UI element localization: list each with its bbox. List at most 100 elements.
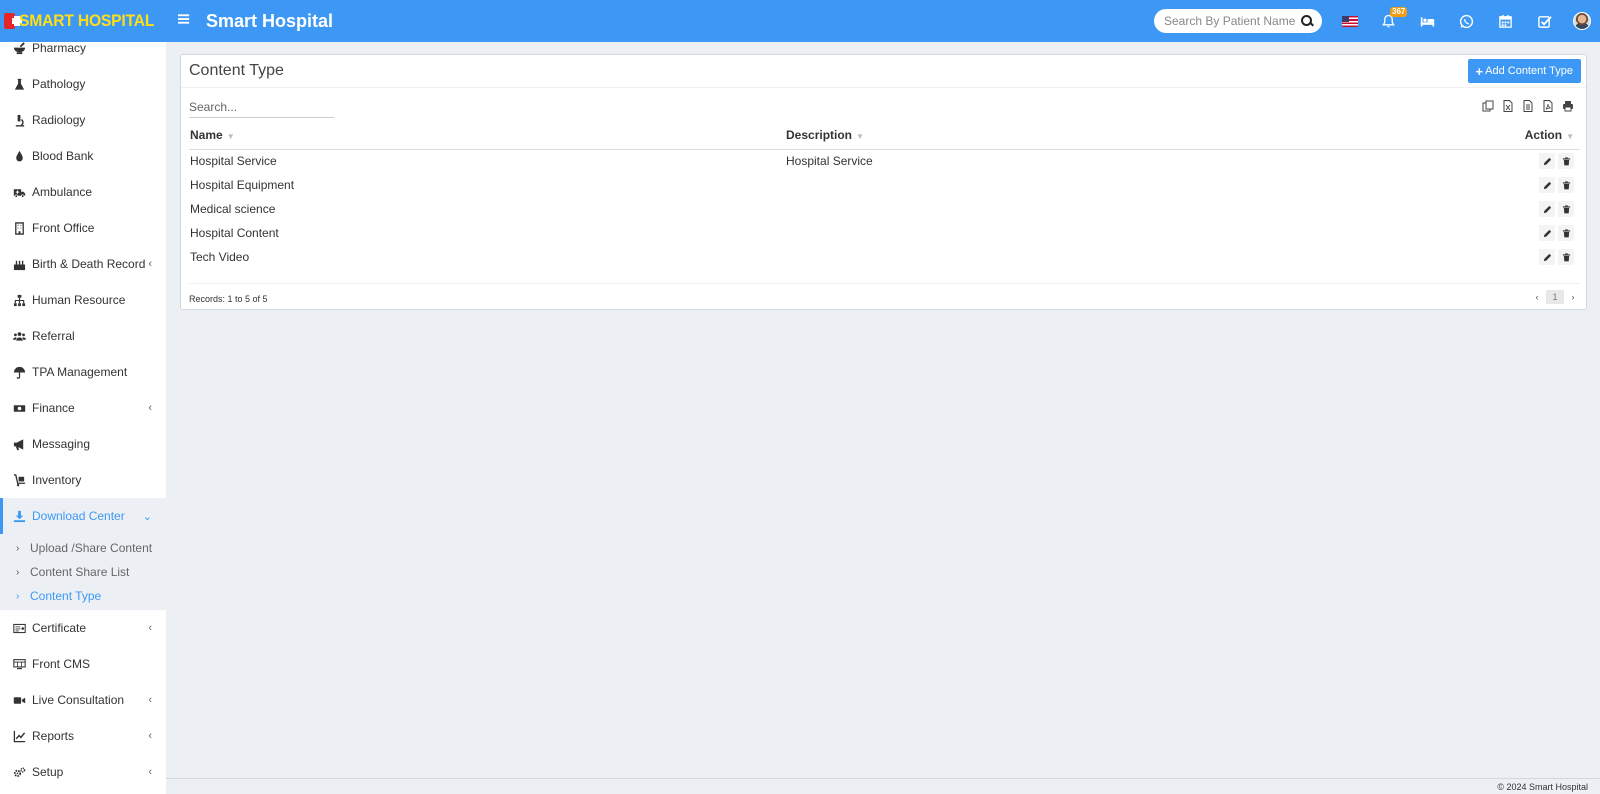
certificate-icon <box>12 621 26 635</box>
add-button-label: Add Content Type <box>1485 65 1573 77</box>
column-header-action[interactable]: Action ▼ <box>1271 122 1580 150</box>
excel-export-button[interactable] <box>1498 98 1518 114</box>
cell-description <box>785 221 1271 245</box>
patient-search-input[interactable] <box>1164 14 1300 28</box>
copy-button[interactable] <box>1478 98 1498 114</box>
avatar <box>1573 12 1591 30</box>
dolly-icon <box>12 473 26 487</box>
language-selector[interactable] <box>1330 0 1369 42</box>
column-label: Description <box>786 128 853 143</box>
submenu-item-content-type[interactable]: › Content Type <box>0 584 166 608</box>
sidebar-item-pharmacy[interactable]: Pharmacy <box>0 42 166 66</box>
sidebar-item-human-resource[interactable]: Human Resource <box>0 282 166 318</box>
column-label: Action <box>1524 128 1563 143</box>
cell-description: Hospital Service <box>786 154 873 169</box>
whatsapp-button[interactable] <box>1447 0 1486 42</box>
sidebar-item-finance[interactable]: Finance ‹ <box>0 390 166 426</box>
print-button[interactable] <box>1558 98 1578 114</box>
hamburger-icon <box>178 14 190 24</box>
tasks-button[interactable] <box>1525 0 1564 42</box>
sidebar-item-certificate[interactable]: Certificate ‹ <box>0 610 166 646</box>
sidebar-item-tpa-management[interactable]: TPA Management <box>0 354 166 390</box>
table-search-input[interactable] <box>189 97 334 118</box>
delete-button[interactable] <box>1558 153 1574 170</box>
sidebar-item-reports[interactable]: Reports ‹ <box>0 718 166 754</box>
panel-header: Content Type + Add Content Type <box>181 55 1586 88</box>
bullhorn-icon <box>12 437 26 451</box>
sidebar-item-label: Pathology <box>32 77 86 91</box>
table-header-row: Name ▼ Description ▼ Action ▼ <box>189 122 1580 150</box>
sidebar-item-live-consultation[interactable]: Live Consultation ‹ <box>0 682 166 718</box>
sort-icon: ▼ <box>856 132 864 142</box>
csv-export-button[interactable] <box>1518 98 1538 114</box>
logo-text: SMART HOSPITAL <box>18 11 155 30</box>
sidebar-item-label: Certificate <box>32 621 87 635</box>
edit-button[interactable] <box>1539 153 1555 170</box>
sidebar-item-front-cms[interactable]: Front CMS <box>0 646 166 682</box>
bed-status-button[interactable] <box>1408 0 1447 42</box>
column-header-description[interactable]: Description ▼ <box>785 122 1272 150</box>
column-header-name[interactable]: Name ▼ <box>189 122 785 150</box>
sidebar: Pharmacy Pathology Radiology Blood Bank … <box>0 42 166 794</box>
trash-icon <box>1562 228 1570 237</box>
sitemap-icon <box>12 293 26 307</box>
table-row: Medical science <box>189 197 1580 221</box>
notifications-button[interactable]: 367 <box>1369 0 1408 42</box>
sidebar-item-ambulance[interactable]: Ambulance <box>0 174 166 210</box>
trash-icon <box>1562 157 1570 166</box>
submenu-item-upload-share-content[interactable]: › Upload /Share Content <box>0 536 166 560</box>
delete-button[interactable] <box>1558 225 1574 241</box>
sidebar-item-inventory[interactable]: Inventory <box>0 462 166 498</box>
table-row: Hospital Content <box>189 221 1580 245</box>
content-type-panel: Content Type + Add Content Type Search..… <box>180 54 1587 310</box>
sidebar-item-label: Referral <box>32 329 75 343</box>
next-page-button[interactable]: › <box>1566 292 1580 302</box>
table-toolbar <box>181 88 1586 122</box>
sidebar-item-birth-death-record[interactable]: Birth & Death Record ‹ <box>0 246 166 282</box>
sidebar-item-radiology[interactable]: Radiology <box>0 102 166 138</box>
calendar-button[interactable] <box>1486 0 1525 42</box>
sidebar-item-front-office[interactable]: Front Office <box>0 210 166 246</box>
delete-button[interactable] <box>1558 177 1574 193</box>
line-chart-icon <box>12 729 26 743</box>
edit-button[interactable] <box>1539 177 1555 193</box>
mortar-pestle-icon <box>12 42 26 55</box>
sidebar-item-messaging[interactable]: Messaging <box>0 426 166 462</box>
edit-button[interactable] <box>1539 201 1555 217</box>
sidebar-item-setup[interactable]: Setup ‹ <box>0 754 166 790</box>
hospital-cross-icon <box>4 13 22 29</box>
video-icon <box>12 693 26 707</box>
ambulance-icon <box>12 185 26 199</box>
page-number-button[interactable]: 1 <box>1546 290 1564 304</box>
sidebar-item-blood-bank[interactable]: Blood Bank <box>0 138 166 174</box>
sort-icon: ▼ <box>226 132 235 142</box>
money-bill-icon <box>12 401 26 415</box>
sidebar-toggle-button[interactable] <box>178 12 196 30</box>
sidebar-item-referral[interactable]: Referral <box>0 318 166 354</box>
chevron-left-icon: ‹ <box>148 694 152 706</box>
delete-button[interactable] <box>1558 249 1574 265</box>
table-row: Hospital Service Hospital Service <box>189 149 1580 173</box>
submenu-item-content-share-list[interactable]: › Content Share List <box>0 560 166 584</box>
sidebar-item-label: Ambulance <box>32 185 93 199</box>
chevron-left-icon: ‹ <box>148 622 152 634</box>
edit-button[interactable] <box>1539 225 1555 241</box>
cell-actions <box>1271 245 1580 269</box>
chevron-right-icon: › <box>16 590 20 602</box>
us-flag-icon <box>1341 15 1358 27</box>
previous-page-button[interactable]: ‹ <box>1530 292 1544 302</box>
pdf-export-button[interactable] <box>1538 98 1558 114</box>
plus-icon: + <box>1475 63 1484 79</box>
content-type-table: Name ▼ Description ▼ Action ▼ Hospital Serv… <box>189 122 1580 269</box>
logo[interactable]: SMART HOSPITAL <box>0 0 166 42</box>
sidebar-item-pathology[interactable]: Pathology <box>0 66 166 102</box>
sidebar-item-download-center[interactable]: Download Center ⌄ <box>0 498 166 534</box>
user-menu-button[interactable] <box>1564 0 1600 42</box>
search-icon[interactable] <box>1300 14 1314 28</box>
page-footer: © 2024 Smart Hospital <box>166 778 1600 794</box>
table-footer: Records: 1 to 5 of 5 ‹ 1 › <box>189 283 1580 304</box>
edit-button[interactable] <box>1539 249 1555 265</box>
delete-button[interactable] <box>1558 201 1574 217</box>
sidebar-item-label: Pharmacy <box>32 42 87 55</box>
add-content-type-button[interactable]: + Add Content Type <box>1467 59 1581 83</box>
